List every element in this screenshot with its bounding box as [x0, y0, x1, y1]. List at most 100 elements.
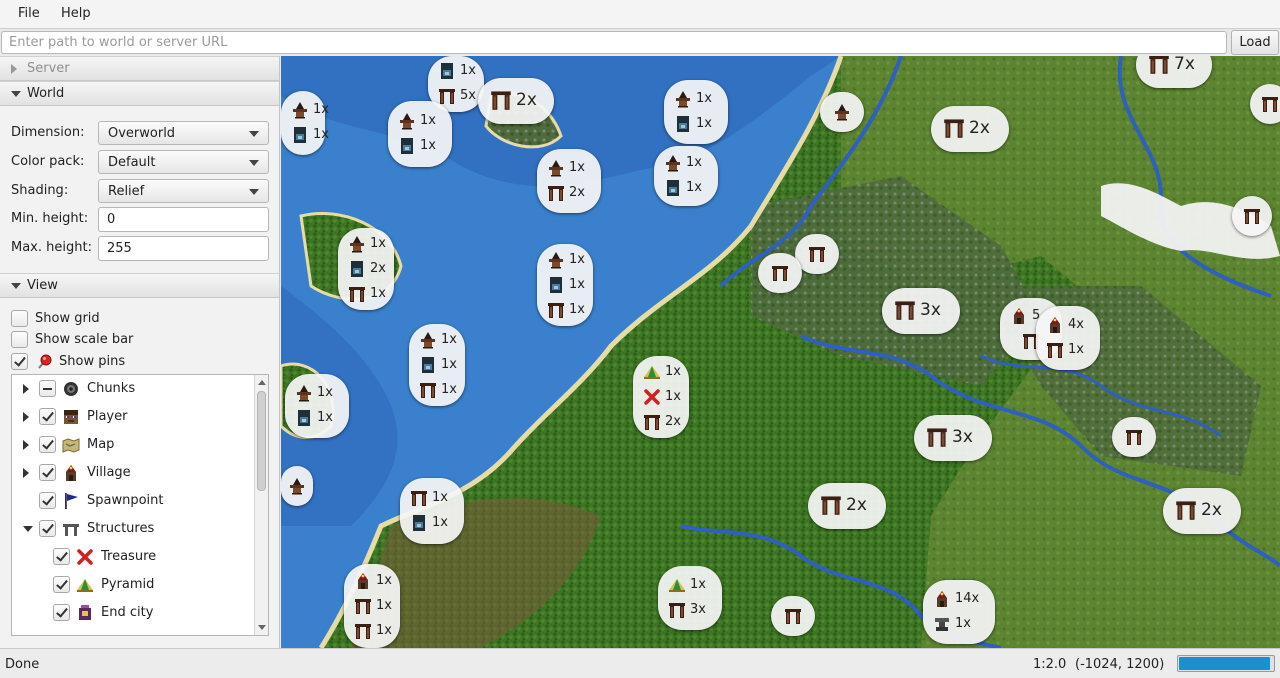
shading-select[interactable]: Relief [98, 179, 269, 203]
treasure-x-icon [76, 548, 94, 566]
map-pin-8[interactable]: 7x [1136, 56, 1212, 88]
map-pin-20[interactable]: 1x 1x 1x [409, 324, 465, 406]
map-pin-9[interactable]: 1x 2x [537, 149, 601, 213]
pin-line: 2x [808, 493, 886, 517]
map-pin-23[interactable]: 3x [914, 415, 992, 461]
map-pin-24[interactable] [1112, 417, 1156, 457]
chevron-right-icon[interactable] [23, 412, 29, 422]
map-pin-3[interactable]: 1x 1x [388, 101, 452, 167]
tree-item-chunks[interactable]: Chunks [12, 375, 256, 403]
show-grid-option[interactable]: Show grid [11, 309, 271, 329]
tree-item-village[interactable]: Village [12, 459, 256, 487]
map-pin-15[interactable]: 3x [882, 288, 960, 334]
arch-icon [1148, 56, 1170, 75]
pin-marker-icon [38, 354, 52, 369]
world-pane-header[interactable]: World [0, 81, 279, 106]
arch-icon [1046, 341, 1064, 359]
view-pane-header[interactable]: View [0, 273, 279, 298]
map-pin-27[interactable]: 2x [808, 483, 886, 529]
map-pin-7[interactable]: 2x [931, 106, 1009, 152]
world-path-input[interactable] [1, 31, 1227, 54]
map-pin-12[interactable]: 1x 1x 1x [537, 244, 593, 326]
map-pin-6[interactable] [820, 92, 864, 132]
map-pin-30[interactable]: 1x 3x [658, 566, 722, 630]
map-pin-17[interactable]: 4x 1x [1036, 306, 1100, 370]
scroll-down-icon[interactable] [258, 625, 266, 630]
map-pin-19[interactable] [1232, 196, 1272, 236]
tree-item-spawnpoint[interactable]: Spawnpoint [12, 487, 256, 515]
map-pin-25[interactable] [281, 466, 313, 506]
pin-count: 3x [690, 602, 706, 617]
shading-row: Shading: Relief [11, 179, 269, 203]
arch-icon [926, 426, 948, 448]
tree-item-checkbox[interactable] [39, 408, 56, 425]
scroll-thumb[interactable] [257, 391, 266, 491]
chevron-right-icon[interactable] [23, 384, 29, 394]
pin-count: 2x [370, 261, 386, 276]
map-pin-14[interactable] [758, 253, 802, 293]
min-height-input[interactable] [98, 207, 269, 232]
pin-line: 1x [400, 511, 464, 535]
show-scale-bar-option[interactable]: Show scale bar [11, 330, 271, 350]
scroll-up-icon[interactable] [258, 380, 266, 385]
map-pin-21[interactable]: 1x 1x [285, 374, 349, 438]
dimension-select[interactable]: Overworld [98, 121, 269, 145]
tree-item-pyramid[interactable]: Pyramid [12, 571, 256, 599]
map-pin-2[interactable]: 2x [478, 78, 554, 124]
tree-item-end-city[interactable]: End city [12, 599, 256, 627]
pin-line: 1x [344, 594, 400, 618]
tree-item-treasure[interactable]: Treasure [12, 543, 256, 571]
arch-icon [438, 87, 456, 105]
tree-item-checkbox[interactable] [39, 492, 56, 509]
menu-help[interactable]: Help [61, 6, 91, 21]
show-pins-checkbox[interactable] [11, 353, 28, 370]
tree-item-player[interactable]: Player [12, 403, 256, 431]
show-scale-bar-checkbox[interactable] [11, 331, 28, 348]
shading-label: Shading: [11, 183, 69, 198]
tree-item-checkbox[interactable] [39, 520, 56, 537]
map-pin-31[interactable] [771, 596, 815, 636]
map-pin-4[interactable]: 1x 1x [664, 80, 728, 144]
chevron-down-icon[interactable] [23, 526, 33, 532]
map-pin-22[interactable]: 1x 1x 2x [633, 356, 689, 438]
tree-item-checkbox[interactable] [53, 604, 70, 621]
tree-item-label: Spawnpoint [87, 493, 164, 508]
pin-count: 2x [846, 495, 867, 515]
chevron-right-icon [11, 64, 17, 74]
tree-item-map[interactable]: Map [12, 431, 256, 459]
max-height-input[interactable] [98, 236, 269, 261]
map-pin-5[interactable]: 1x 1x [654, 146, 718, 206]
map-pin-28[interactable]: 2x [1163, 488, 1241, 534]
loading-progress [1177, 655, 1275, 672]
show-pins-option[interactable]: Show pins [11, 352, 271, 372]
colorpack-select[interactable]: Default [98, 150, 269, 174]
show-grid-checkbox[interactable] [11, 310, 28, 327]
map-pin-10[interactable]: 1x 1x [281, 91, 329, 155]
tree-scrollbar[interactable] [254, 375, 268, 635]
chevron-right-icon[interactable] [23, 440, 29, 450]
map-pin-29[interactable]: 1x 1x 1x [344, 564, 400, 648]
pin-count: 1x [376, 598, 392, 613]
pin-count: 2x [516, 90, 537, 110]
map-pin-32[interactable]: 14x 1x [923, 580, 995, 644]
load-button[interactable]: Load [1231, 30, 1279, 55]
well-icon [438, 62, 456, 80]
structures-icon [62, 520, 80, 538]
tree-item-checkbox[interactable] [39, 380, 56, 397]
server-pane-header[interactable]: Server [0, 56, 279, 81]
map-pin-11[interactable]: 1x 2x 1x [338, 228, 394, 310]
tree-item-checkbox[interactable] [53, 548, 70, 565]
arch-icon [643, 413, 661, 431]
arch-icon [547, 184, 565, 202]
tree-item-checkbox[interactable] [53, 576, 70, 593]
menu-file[interactable]: File [18, 6, 40, 21]
tree-item-checkbox[interactable] [39, 436, 56, 453]
tree-item-checkbox[interactable] [39, 464, 56, 481]
world-map[interactable]: 1x 5x 2x 1x 1x 1x 1x 1x 1x 2x 7x 1x 2x 1x 1x 1x 2x 1x 1x 1x… [281, 56, 1280, 648]
pin-count: 1x [569, 160, 585, 175]
arch-icon [410, 489, 428, 507]
map-pin-26[interactable]: 1x 1x [400, 478, 464, 544]
chevron-right-icon[interactable] [23, 468, 29, 478]
tree-item-structures[interactable]: Structures [12, 515, 256, 543]
pin-line: 2x [338, 257, 394, 281]
